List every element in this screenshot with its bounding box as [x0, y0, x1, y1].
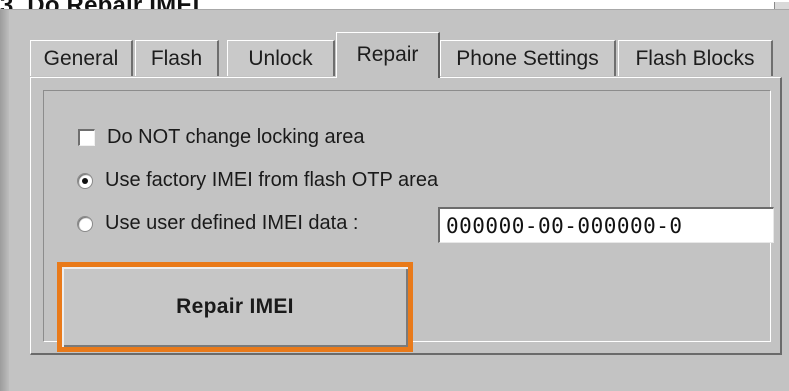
- locking-area-checkbox[interactable]: [78, 129, 95, 146]
- tab-flash[interactable]: Flash: [135, 40, 219, 76]
- factory-imei-radio[interactable]: [77, 172, 93, 189]
- imei-input[interactable]: [438, 207, 774, 243]
- tab-general[interactable]: General: [30, 40, 133, 76]
- repair-imei-button-label: Repair IMEI: [176, 295, 294, 318]
- user-imei-label: Use user defined IMEI data :: [105, 212, 359, 234]
- locking-area-option[interactable]: Do NOT change locking area: [78, 126, 365, 149]
- window-left-edge: [0, 10, 9, 391]
- user-imei-radio[interactable]: [77, 215, 93, 232]
- tab-flash-blocks[interactable]: Flash Blocks: [618, 40, 773, 76]
- user-imei-option[interactable]: Use user defined IMEI data :: [77, 212, 358, 235]
- locking-area-label: Do NOT change locking area: [107, 126, 365, 148]
- factory-imei-label: Use factory IMEI from flash OTP area: [105, 169, 439, 191]
- factory-imei-option[interactable]: Use factory IMEI from flash OTP area: [77, 169, 438, 192]
- tab-repair[interactable]: Repair: [336, 32, 440, 78]
- tab-phone-settings[interactable]: Phone Settings: [440, 40, 616, 76]
- repair-imei-button[interactable]: Repair IMEI: [57, 262, 413, 352]
- tab-unlock[interactable]: Unlock: [227, 40, 335, 76]
